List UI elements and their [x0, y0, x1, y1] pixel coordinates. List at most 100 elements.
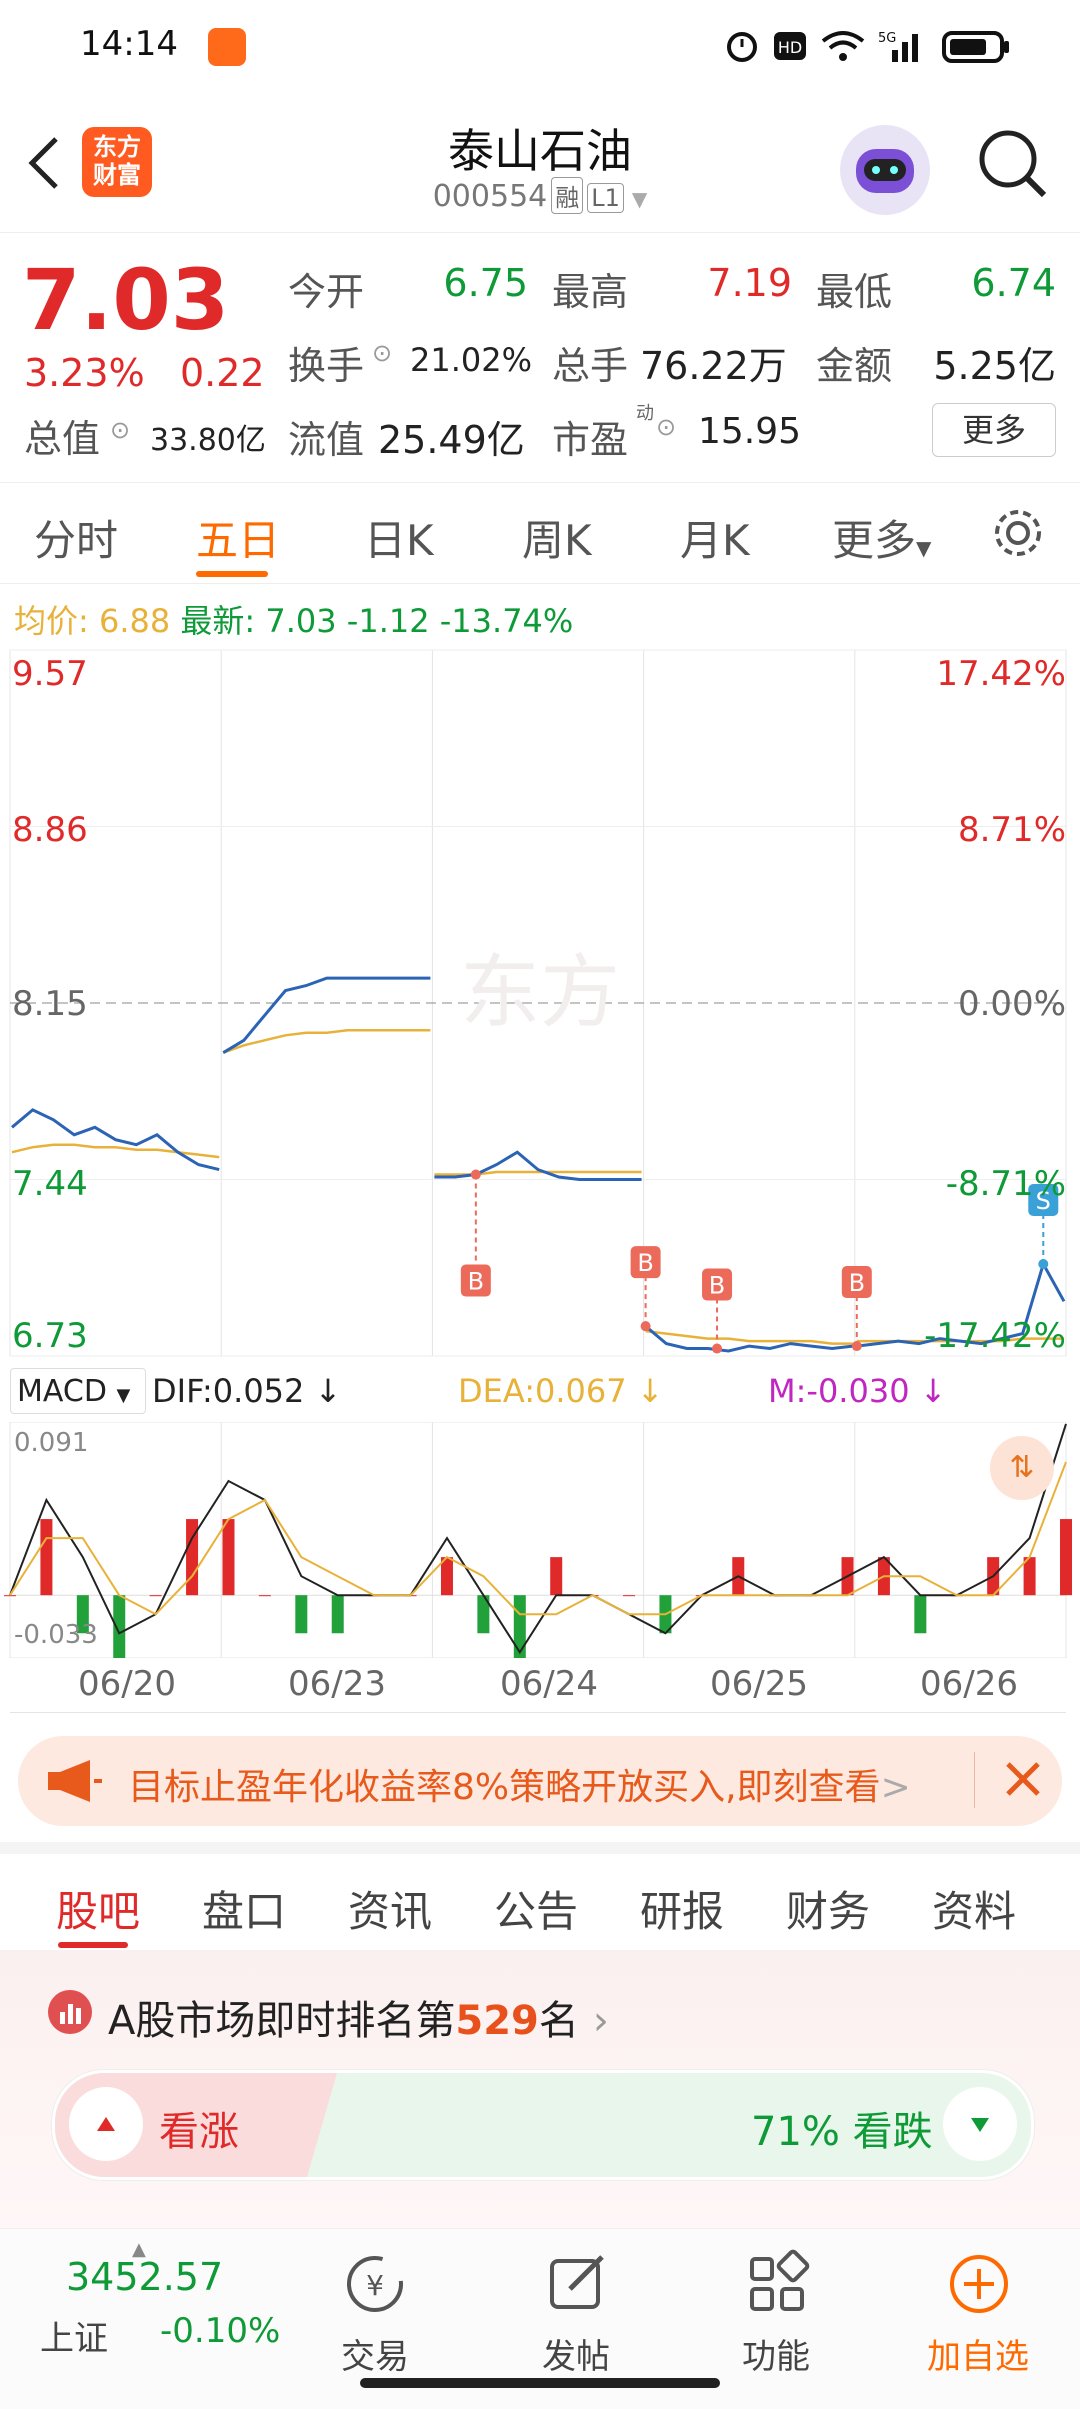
add-watchlist-label[interactable]: 加自选 [908, 2329, 1048, 2378]
macd-bar [623, 1595, 636, 1597]
latest-label: 最新: [180, 602, 256, 640]
status-bar: 14:14 HD 5G [0, 0, 1080, 95]
trade-label[interactable]: 交易 [305, 2329, 445, 2378]
turnover-label: 换手 [288, 344, 365, 388]
active-tab-indicator [196, 571, 268, 577]
latest-percent: -13.74% [439, 602, 574, 640]
ranking-text[interactable]: A股市场即时排名第529名 › [108, 1988, 609, 2046]
ranking-icon [48, 1990, 92, 2034]
robot-avatar[interactable] [840, 125, 930, 215]
info-icon[interactable]: ⊙ [110, 416, 130, 444]
dea-line [9, 1461, 1067, 1616]
tab-daily-k[interactable]: 日K [364, 507, 434, 568]
margin-tag: 融 [551, 177, 584, 214]
tab-more[interactable]: 更多▼ [832, 507, 931, 568]
vote-down-button[interactable] [943, 2087, 1017, 2161]
chevron-down-icon: ▼ [631, 187, 648, 211]
macd-chart[interactable] [0, 1422, 1080, 1658]
home-indicator [360, 2378, 720, 2388]
more-button[interactable]: 更多 [932, 403, 1056, 457]
info-icon[interactable]: ⊙ [372, 339, 392, 367]
indicator-select[interactable]: MACD ▼ [10, 1368, 146, 1414]
trade-marker-label: B [709, 1272, 725, 1300]
promo-banner[interactable]: 目标止盈年化收益率8%策略开放买入,即刻查看> [18, 1736, 1062, 1826]
dif-text: DIF:0.052 [152, 1372, 305, 1410]
add-icon[interactable] [944, 2249, 1014, 2323]
tab-announcements[interactable]: 公告 [494, 1878, 578, 1939]
info-icon[interactable]: ⊙ [656, 413, 676, 441]
dif-value: DIF:0.052 ↓ [152, 1372, 342, 1410]
open-label: 今开 [288, 270, 365, 314]
battery-icon [942, 28, 1012, 68]
turnover-value: 21.02% [410, 341, 533, 379]
avg-price-label: 均价: [14, 602, 89, 640]
float-label: 流值 [288, 418, 365, 462]
tab-weekly-k[interactable]: 周K [522, 507, 592, 568]
tab-profile[interactable]: 资料 [932, 1878, 1016, 1939]
tab-forum[interactable]: 股吧 [56, 1878, 140, 1939]
stock-header: 东方 财富 泰山石油 000554 融 L1 ▼ [0, 95, 1080, 230]
x-date: 06/25 [710, 1664, 808, 1704]
chevron-right-icon: › [592, 1998, 609, 2044]
search-icon[interactable] [976, 127, 1050, 205]
y-tick-left: 7.44 [12, 1164, 88, 1204]
macd-bar [550, 1557, 563, 1596]
apps-icon[interactable] [742, 2249, 812, 2323]
price-line [11, 1108, 220, 1172]
macd-bar [40, 1519, 53, 1596]
current-price: 7.03 [22, 251, 230, 349]
wifi-icon [820, 28, 866, 68]
change-percent: 3.23% [24, 351, 145, 395]
y-tick-left: 8.15 [12, 984, 88, 1024]
settings-icon[interactable] [990, 505, 1046, 565]
y-tick-right: -17.42% [924, 1316, 1066, 1356]
vote-up-label[interactable]: 看涨 [159, 2099, 239, 2157]
macd-bar [1060, 1519, 1072, 1596]
macd-header: MACD ▼ DIF:0.052 ↓ DEA:0.067 ↓ M:-0.030 … [10, 1368, 1080, 1418]
tab-more-label: 更多 [832, 516, 917, 565]
close-icon[interactable] [998, 1754, 1048, 1808]
x-date: 06/26 [920, 1664, 1018, 1704]
banner-text: 目标止盈年化收益率8%策略开放买入,即刻查看> [128, 1758, 911, 1810]
ranking-suffix: 名 [538, 1998, 579, 2044]
macd-bar [914, 1595, 927, 1634]
status-time: 14:14 [80, 24, 178, 64]
tab-five-day[interactable]: 五日 [196, 507, 280, 568]
vote-up-button[interactable] [69, 2087, 143, 2161]
tab-financials[interactable]: 财务 [786, 1878, 870, 1939]
functions-label[interactable]: 功能 [706, 2329, 846, 2378]
post-label[interactable]: 发帖 [506, 2329, 646, 2378]
index-name[interactable]: 上证 [40, 2311, 108, 2360]
tab-intraday[interactable]: 分时 [34, 507, 118, 568]
dif-line [9, 1423, 1067, 1655]
switch-icon[interactable]: ⇅ [990, 1436, 1054, 1500]
tab-monthly-k[interactable]: 月K [680, 507, 750, 568]
tab-orderbook[interactable]: 盘口 [202, 1878, 286, 1939]
trade-marker-dot [712, 1343, 723, 1354]
caret-down-icon: ▼ [916, 536, 932, 560]
tab-research[interactable]: 研报 [640, 1878, 724, 1939]
trade-marker-label: B [637, 1249, 653, 1277]
index-change[interactable]: -0.10% [160, 2311, 280, 2351]
tab-news[interactable]: 资讯 [348, 1878, 432, 1939]
trade-icon[interactable]: ¥ [340, 2249, 410, 2323]
pe-label: 市盈 [552, 418, 629, 462]
low-label: 最低 [816, 270, 893, 314]
alarm-icon [724, 28, 760, 68]
macd-bar [4, 1595, 16, 1597]
vote-down-label[interactable]: 71% 看跌 [751, 2099, 933, 2157]
y-tick-left: 9.57 [12, 654, 88, 694]
total-value-label: 总值 [24, 417, 101, 461]
latest-price: 7.03 [265, 602, 337, 640]
index-value[interactable]: 3452.57 [66, 2255, 223, 2299]
avg-line [434, 1170, 642, 1176]
hd-icon: HD [772, 28, 808, 68]
svg-text:5G: 5G [878, 31, 896, 46]
macd-bar [513, 1595, 526, 1658]
amount-label: 金额 [816, 344, 893, 388]
edit-icon[interactable] [542, 2249, 612, 2323]
x-date: 06/23 [288, 1664, 386, 1704]
dea-text: DEA:0.067 [458, 1372, 627, 1410]
svg-text:¥: ¥ [366, 2269, 384, 2302]
price-chart[interactable]: 东方 BBB BS [0, 640, 1080, 1360]
